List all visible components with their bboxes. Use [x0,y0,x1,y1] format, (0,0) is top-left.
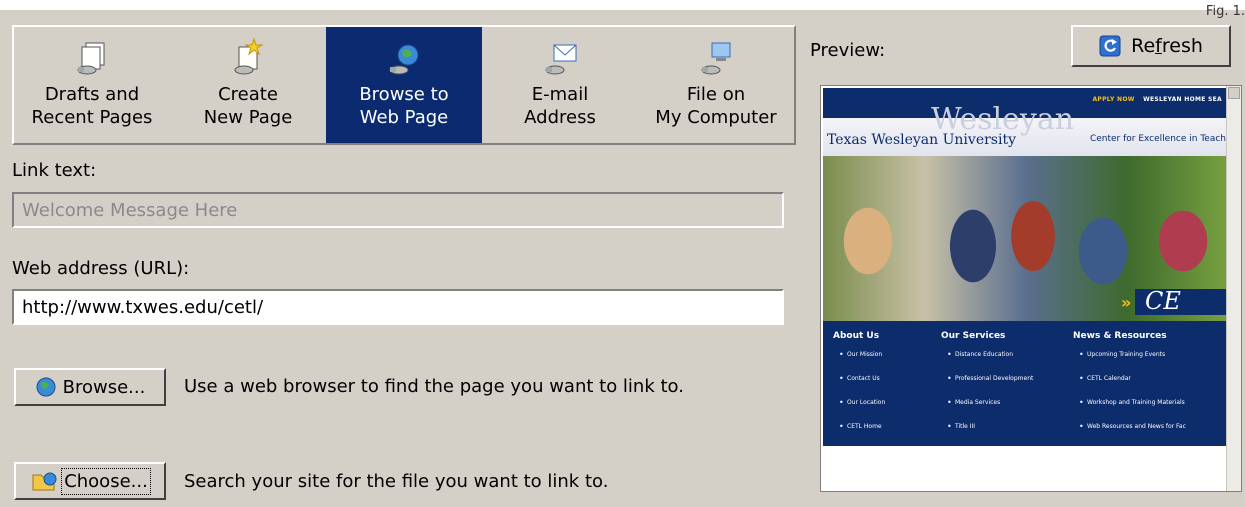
column-heading: Our Services [941,331,1006,341]
email-icon [545,44,577,75]
tab-drafts-recent[interactable]: Drafts and Recent Pages [14,27,170,143]
computer-file-icon [701,42,731,75]
list-item: Workshop and Training Materials [1079,398,1186,407]
browse-description: Use a web browser to find the page you w… [184,376,684,397]
list-item: Media Services [947,398,1033,407]
preview-label: Preview: [810,40,886,61]
drafts-icon [77,42,105,75]
tab-label: E-mail Address [524,84,596,128]
site-link-apply: APPLY NOW [1092,96,1135,103]
hyperlink-dialog: Fig. 1. Drafts and Recent Pages Create N… [0,4,1245,507]
preview-scrollbar[interactable] [1226,86,1241,491]
browse-button-label: Browse... [62,376,146,398]
globe-icon [36,377,56,397]
chevron-icon: » [1121,293,1132,312]
preview-window[interactable]: APPLY NOW WESLEYAN HOME SEA Wesleyan Tex… [820,85,1242,492]
folder-globe-icon [32,472,57,491]
tab-email-address[interactable]: E-mail Address [482,27,638,143]
tab-label: Drafts and Recent Pages [31,84,153,128]
site-link-search: SEA [1208,96,1222,103]
tab-label: File on My Computer [655,84,777,128]
site-navigation: About Us Our Mission Contact Us Our Loca… [823,321,1228,446]
new-page-icon [234,37,264,75]
list-item: Our Location [839,398,885,407]
tab-browse-web-page[interactable]: Browse to Web Page [326,27,482,143]
tab-create-new-page[interactable]: Create New Page [170,27,326,143]
tab-label: Create New Page [203,84,293,128]
list-item: CETL Calendar [1079,374,1186,383]
link-text-field[interactable] [12,192,784,228]
site-link-home: WESLEYAN HOME [1143,96,1206,103]
refresh-label: Refresh [1131,35,1203,57]
choose-description: Search your site for the file you want t… [184,471,609,492]
list-item: Web Resources and News for Fac [1079,422,1186,431]
scroll-up-icon[interactable] [1228,87,1240,99]
list-item: Professional Development [947,374,1033,383]
column-heading: About Us [833,331,880,341]
link-type-tabs: Drafts and Recent Pages Create New Page … [12,25,796,145]
link-text-label: Link text: [12,160,97,181]
site-center-title: Center for Excellence in Teach [1089,134,1226,144]
site-column-services: Our Services Distance Education Professi… [941,331,1033,447]
site-header: Wesleyan Texas Wesleyan University Cente… [823,102,1228,156]
list-item: Upcoming Training Events [1079,350,1186,359]
site-banner-text: CE [1145,287,1181,315]
list-item: CETL Home [839,422,885,431]
list-item: Our Mission [839,350,885,359]
preview-site: APPLY NOW WESLEYAN HOME SEA Wesleyan Tex… [823,88,1228,446]
browse-button[interactable]: Browse... [14,368,166,406]
list-item: Distance Education [947,350,1033,359]
site-column-about: About Us Our Mission Contact Us Our Loca… [833,331,885,447]
list-item: Contact Us [839,374,885,383]
choose-button[interactable]: Choose... [14,462,166,500]
url-field[interactable] [12,289,784,325]
column-heading: News & Resources [1073,331,1167,341]
site-banner-logo: » CE [1121,287,1228,315]
tab-label: Browse to Web Page [359,84,449,128]
list-item: Title III [947,422,1033,431]
tab-file-on-computer[interactable]: File on My Computer [638,27,794,143]
url-label: Web address (URL): [12,258,190,279]
site-university-name: Texas Wesleyan University [827,132,1016,148]
browse-web-icon [389,44,419,75]
site-banner-photo: » CE [823,156,1228,321]
refresh-icon [1099,35,1121,57]
site-column-news: News & Resources Upcoming Training Event… [1073,331,1186,447]
figure-label: Fig. 1. [1205,4,1245,19]
refresh-button[interactable]: Refresh [1071,25,1231,67]
choose-button-label: Choose... [61,467,151,495]
